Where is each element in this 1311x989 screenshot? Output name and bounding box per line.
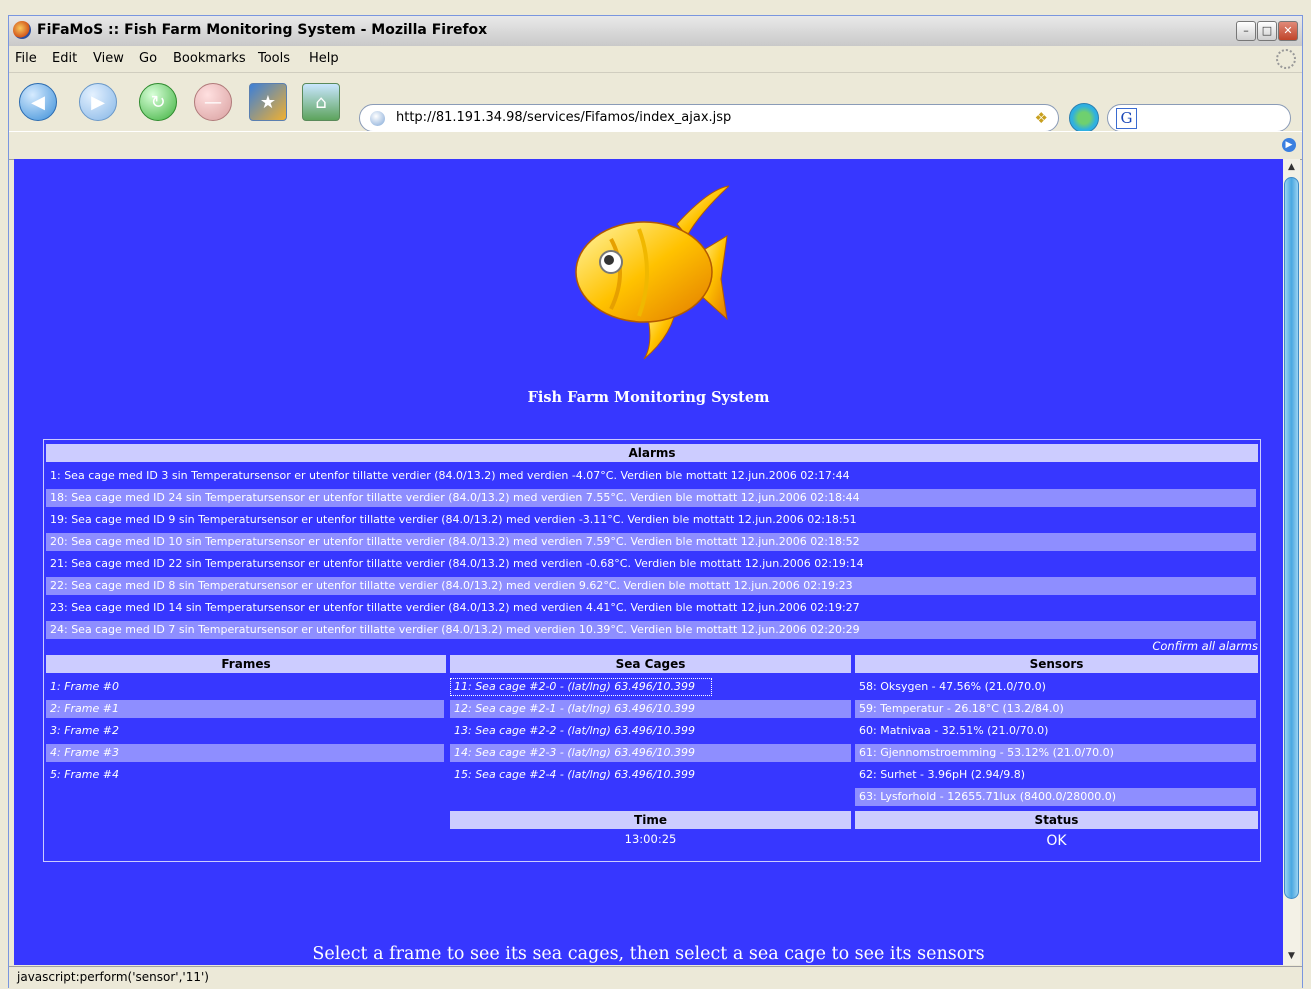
alarms-header: Alarms xyxy=(46,444,1258,462)
menu-view[interactable]: View xyxy=(93,51,124,66)
go-button[interactable] xyxy=(1069,103,1099,133)
sea-cage-link[interactable]: 15: Sea cage #2-4 - (lat/lng) 63.496/10.… xyxy=(450,766,851,784)
frame-link[interactable]: 3: Frame #2 xyxy=(46,722,444,740)
maximize-button[interactable]: □ xyxy=(1257,21,1277,41)
time-value: 13:00:25 xyxy=(624,832,677,846)
firefox-icon xyxy=(13,21,31,39)
navigation-toolbar: ◀ ▶ ↻ — ★ ⌂ http://81.191.34.98/services… xyxy=(9,73,1302,133)
fish-logo xyxy=(575,185,729,359)
status-header: Status xyxy=(855,811,1258,829)
scroll-up-icon[interactable]: ▲ xyxy=(1283,159,1300,176)
sea-cages-header: Sea Cages xyxy=(450,655,851,673)
sea-cage-link[interactable]: 14: Sea cage #2-3 - (lat/lng) 63.496/10.… xyxy=(450,744,851,762)
reload-button[interactable]: ↻ xyxy=(139,83,177,121)
sensor-row[interactable]: 60: Matnivaa - 32.51% (21.0/70.0) xyxy=(855,722,1256,740)
status-bar: javascript:perform('sensor','11') xyxy=(9,966,1302,989)
alarm-row: 19: Sea cage med ID 9 sin Temperatursens… xyxy=(50,513,857,526)
menu-file[interactable]: File xyxy=(15,51,37,66)
alarm-row: 21: Sea cage med ID 22 sin Temperatursen… xyxy=(50,557,864,570)
frame-link[interactable]: 1: Frame #0 xyxy=(46,678,444,696)
monitoring-panel: Alarms 1: Sea cage med ID 3 sin Temperat… xyxy=(43,439,1261,862)
status-value: OK xyxy=(1046,833,1067,849)
instructions-text: Select a frame to see its sea cages, the… xyxy=(312,944,985,964)
menu-bookmarks[interactable]: Bookmarks xyxy=(173,51,246,66)
title-bar: FiFaMoS :: Fish Farm Monitoring System -… xyxy=(9,16,1302,47)
menu-go[interactable]: Go xyxy=(139,51,157,66)
menu-help[interactable]: Help xyxy=(309,51,339,66)
google-search-icon[interactable]: G xyxy=(1116,108,1137,129)
browser-window: FiFaMoS :: Fish Farm Monitoring System -… xyxy=(8,15,1303,989)
confirm-all-alarms-link[interactable]: Confirm all alarms xyxy=(1152,639,1258,653)
frame-link[interactable]: 4: Frame #3 xyxy=(46,744,444,762)
status-text: javascript:perform('sensor','11') xyxy=(17,970,209,984)
stop-button[interactable]: — xyxy=(194,83,232,121)
frame-link[interactable]: 5: Frame #4 xyxy=(46,766,444,784)
page-content: Fish Farm Monitoring System Alarms 1: Se… xyxy=(14,159,1283,965)
alarm-row: 22: Sea cage med ID 8 sin Temperatursens… xyxy=(46,577,1256,595)
sea-cage-link[interactable]: 11: Sea cage #2-0 - (lat/lng) 63.496/10.… xyxy=(450,678,712,696)
sea-cage-link[interactable]: 12: Sea cage #2-1 - (lat/lng) 63.496/10.… xyxy=(450,700,851,718)
sensor-row[interactable]: 61: Gjennomstroemming - 53.12% (21.0/70.… xyxy=(855,744,1256,762)
page-title: Fish Farm Monitoring System xyxy=(527,389,770,406)
url-dropdown-icon[interactable]: ❖ xyxy=(1035,109,1048,127)
bookmarks-icon[interactable]: ★ xyxy=(249,83,287,121)
menu-tools[interactable]: Tools xyxy=(258,51,290,66)
home-button[interactable]: ⌂ xyxy=(302,83,340,121)
sensor-row[interactable]: 59: Temperatur - 26.18°C (13.2/84.0) xyxy=(855,700,1256,718)
address-bar[interactable]: http://81.191.34.98/services/Fifamos/ind… xyxy=(359,104,1059,132)
minimize-button[interactable]: – xyxy=(1236,21,1256,41)
alarm-row: 23: Sea cage med ID 14 sin Temperatursen… xyxy=(50,601,860,614)
bookmarks-toolbar: ▶ xyxy=(9,131,1302,160)
alarm-row: 1: Sea cage med ID 3 sin Temperatursenso… xyxy=(50,469,850,482)
alarm-row: 24: Sea cage med ID 7 sin Temperatursens… xyxy=(46,621,1256,639)
alarm-row: 20: Sea cage med ID 10 sin Temperatursen… xyxy=(46,533,1256,551)
scroll-down-icon[interactable]: ▼ xyxy=(1283,948,1300,965)
frames-header: Frames xyxy=(46,655,446,673)
alarm-row: 18: Sea cage med ID 24 sin Temperatursen… xyxy=(46,489,1256,507)
close-button[interactable]: ✕ xyxy=(1278,21,1298,41)
vertical-scrollbar[interactable]: ▲ ▼ xyxy=(1283,159,1300,965)
search-box[interactable]: G xyxy=(1107,104,1291,132)
toolbar-overflow-icon[interactable]: ▶ xyxy=(1282,138,1296,152)
page-globe-icon xyxy=(370,111,385,126)
sea-cage-link[interactable]: 13: Sea cage #2-2 - (lat/lng) 63.496/10.… xyxy=(450,722,851,740)
menu-bar: File Edit View Go Bookmarks Tools Help xyxy=(9,46,1302,73)
sensor-row[interactable]: 58: Oksygen - 47.56% (21.0/70.0) xyxy=(855,678,1256,696)
time-header: Time xyxy=(450,811,851,829)
sensors-header: Sensors xyxy=(855,655,1258,673)
back-button[interactable]: ◀ xyxy=(19,83,57,121)
sensor-row[interactable]: 62: Surhet - 3.96pH (2.94/9.8) xyxy=(855,766,1256,784)
forward-button[interactable]: ▶ xyxy=(79,83,117,121)
throbber-icon xyxy=(1276,49,1296,69)
menu-edit[interactable]: Edit xyxy=(52,51,77,66)
frame-link[interactable]: 2: Frame #1 xyxy=(46,700,444,718)
scrollbar-thumb[interactable] xyxy=(1284,177,1299,899)
window-title: FiFaMoS :: Fish Farm Monitoring System -… xyxy=(37,22,488,38)
sensor-row[interactable]: 63: Lysforhold - 12655.71lux (8400.0/280… xyxy=(855,788,1256,806)
address-url[interactable]: http://81.191.34.98/services/Fifamos/ind… xyxy=(396,110,731,125)
